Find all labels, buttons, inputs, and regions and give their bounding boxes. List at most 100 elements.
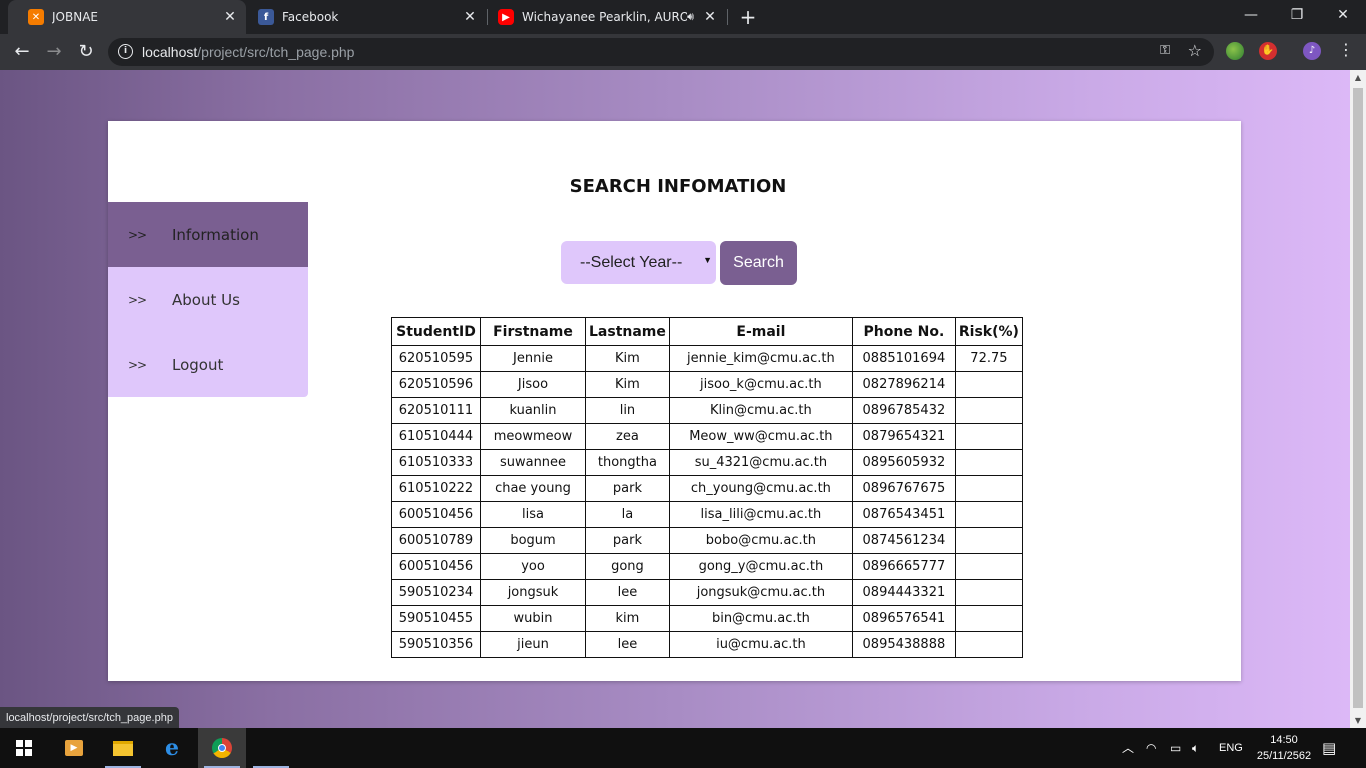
taskbar-media-player[interactable]: ▶: [50, 728, 98, 768]
table-cell: [954, 397, 1023, 424]
language-indicator[interactable]: ENG: [1219, 728, 1243, 768]
table-cell: yoo: [480, 553, 586, 580]
windows-logo-icon: [16, 740, 32, 756]
table-cell: meowmeow: [480, 423, 586, 450]
table-cell: zea: [585, 423, 670, 450]
page-scrollbar[interactable]: ▲ ▼: [1350, 70, 1366, 728]
table-cell: Meow_ww@cmu.ac.th: [668, 423, 853, 450]
table-cell: [954, 527, 1023, 554]
table-cell: 0896767675: [851, 475, 956, 502]
table-cell: Jisoo: [480, 371, 586, 398]
address-bar[interactable]: i localhost/project/src/tch_page.php ⚿ ☆: [108, 38, 1214, 66]
forward-button[interactable]: →: [40, 38, 68, 66]
reload-button[interactable]: ↻: [72, 38, 100, 66]
table-cell: 600510789: [391, 527, 481, 554]
table-cell: 0879654321: [851, 423, 956, 450]
table-cell: gong: [585, 553, 670, 580]
table-cell: 590510234: [391, 579, 481, 606]
scrollbar-thumb[interactable]: [1353, 88, 1363, 708]
table-cell: [954, 501, 1023, 528]
close-tab-icon[interactable]: ✕: [460, 9, 480, 25]
table-cell: [954, 579, 1023, 606]
tab-facebook[interactable]: f Facebook ✕: [248, 0, 486, 34]
table-cell: park: [585, 475, 670, 502]
wifi-icon[interactable]: ◠: [1146, 728, 1156, 768]
table-cell: lin: [585, 397, 670, 424]
scroll-down-icon[interactable]: ▼: [1353, 716, 1363, 725]
info-icon[interactable]: i: [118, 44, 133, 59]
column-header: Lastname: [585, 317, 670, 346]
windows-taskbar: ▶ e ︿ ◠ ▭ 🔈︎ ENG 14:50 25/11/2562 ▤: [0, 728, 1366, 768]
table-cell: jieun: [480, 631, 586, 658]
table-cell: [954, 371, 1023, 398]
scroll-up-icon[interactable]: ▲: [1353, 73, 1363, 82]
notification-icon[interactable]: ▤: [1322, 728, 1336, 768]
tab-youtube[interactable]: ▶ Wichayanee Pearklin, AURO 🔊︎ ✕: [488, 0, 726, 34]
table-cell: lisa: [480, 501, 586, 528]
xampp-icon: ✕: [28, 9, 44, 25]
table-cell: Kim: [585, 371, 670, 398]
table-cell: jisoo_k@cmu.ac.th: [668, 371, 853, 398]
sidebar-item-about-us[interactable]: >> About Us: [108, 267, 308, 332]
sidebar-item-logout[interactable]: >> Logout: [108, 332, 308, 397]
key-icon[interactable]: ⚿: [1160, 43, 1170, 58]
year-select[interactable]: --Select Year-- ▼: [561, 241, 716, 284]
table-cell: 0895438888: [851, 631, 956, 658]
search-form: --Select Year-- ▼ Search: [561, 241, 797, 285]
taskbar-edge[interactable]: e: [148, 728, 196, 768]
taskbar-file-explorer[interactable]: [99, 728, 147, 768]
column-header: Firstname: [480, 317, 586, 346]
table-row: 600510456 lisa la lisa_lili@cmu.ac.th 087654…: [391, 501, 1023, 528]
table-cell: 610510333: [391, 449, 481, 476]
table-row: 620510595 Jennie Kim jennie_kim@cmu.ac.th 08…: [391, 345, 1023, 372]
start-button[interactable]: [0, 728, 48, 768]
table-row: 590510455 wubin kim bin@cmu.ac.th 0896576541: [391, 605, 1023, 632]
volume-icon[interactable]: 🔈︎: [1192, 728, 1199, 768]
table-row: 590510356 jieun lee iu@cmu.ac.th 0895438888: [391, 631, 1023, 658]
speaker-icon[interactable]: 🔊︎: [687, 10, 694, 24]
double-chevron-icon: >>: [128, 357, 147, 372]
table-cell: 620510596: [391, 371, 481, 398]
sidebar-item-label: Logout: [172, 355, 224, 374]
extension-stop-icon[interactable]: ✋: [1259, 42, 1277, 60]
close-tab-icon[interactable]: ✕: [700, 9, 720, 25]
table-cell: Klin@cmu.ac.th: [668, 397, 853, 424]
browser-menu-icon[interactable]: ⋮: [1336, 40, 1356, 59]
bookmark-star-icon[interactable]: ☆: [1188, 41, 1202, 60]
table-cell: 0896665777: [851, 553, 956, 580]
taskbar-clock[interactable]: 14:50 25/11/2562: [1252, 732, 1316, 764]
back-button[interactable]: ←: [8, 38, 36, 66]
table-cell: 0874561234: [851, 527, 956, 554]
taskbar-app[interactable]: [247, 728, 295, 768]
profile-avatar-icon[interactable]: ♪: [1303, 42, 1321, 60]
table-row: 610510333 suwannee thongtha su_4321@cmu.ac.…: [391, 449, 1023, 476]
folder-icon: [113, 740, 133, 756]
taskbar-chrome[interactable]: [198, 728, 246, 768]
table-cell: thongtha: [585, 449, 670, 476]
tab-title: JOBNAE: [52, 10, 98, 24]
restore-button[interactable]: ❐: [1274, 0, 1320, 32]
extension-globe-icon[interactable]: [1226, 42, 1244, 60]
close-tab-icon[interactable]: ✕: [220, 9, 240, 25]
battery-icon[interactable]: ▭: [1170, 728, 1181, 768]
tab-separator: [727, 9, 728, 25]
search-button[interactable]: Search: [720, 241, 797, 285]
column-header: Phone No.: [851, 317, 956, 346]
table-cell: bobo@cmu.ac.th: [668, 527, 853, 554]
link-status-bubble: localhost/project/src/tch_page.php: [0, 707, 179, 729]
table-cell: Jennie: [480, 345, 586, 372]
minimize-button[interactable]: —: [1228, 0, 1274, 32]
table-row: 620510111 kuanlin lin Klin@cmu.ac.th 0896785…: [391, 397, 1023, 424]
table-cell: 620510111: [391, 397, 481, 424]
tab-jobnae[interactable]: ✕ JOBNAE ✕: [8, 0, 246, 34]
year-select-value: --Select Year--: [580, 253, 683, 271]
show-hidden-icons[interactable]: ︿: [1122, 728, 1134, 768]
column-header: StudentID: [391, 317, 481, 346]
new-tab-button[interactable]: +: [736, 4, 760, 30]
table-cell: jennie_kim@cmu.ac.th: [668, 345, 853, 372]
table-cell: ch_young@cmu.ac.th: [668, 475, 853, 502]
url-text[interactable]: localhost/project/src/tch_page.php: [142, 44, 354, 60]
sidebar-item-information[interactable]: >> Information: [108, 202, 308, 267]
close-window-button[interactable]: ✕: [1320, 0, 1366, 32]
facebook-icon: f: [258, 9, 274, 25]
